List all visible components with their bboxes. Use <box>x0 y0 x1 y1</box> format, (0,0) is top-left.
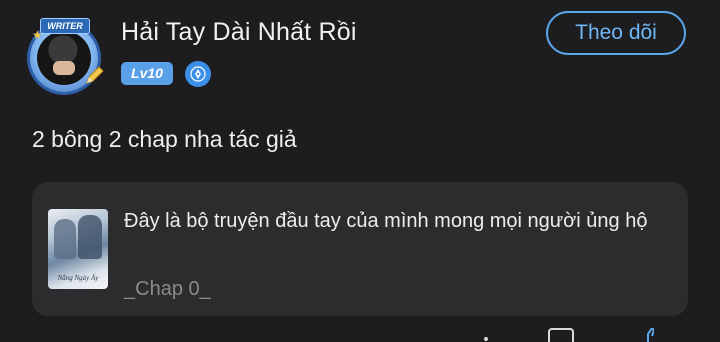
username[interactable]: Hải Tay Dài Nhất Rồi <box>121 18 357 47</box>
story-title: Đây là bộ truyện đầu tay của mình mong m… <box>124 210 648 232</box>
like-icon[interactable] <box>642 328 654 342</box>
avatar-photo <box>37 31 91 85</box>
pen-nib-icon <box>185 61 211 87</box>
comment-icon[interactable] <box>548 328 574 342</box>
level-badge: Lv10 <box>121 62 173 85</box>
cover-caption: Nắng Ngày Ấy <box>57 274 99 282</box>
more-icon[interactable] <box>484 337 488 341</box>
comment-text: 2 bông 2 chap nha tác giả <box>32 126 297 152</box>
writer-badge: WRITER <box>40 18 90 34</box>
follow-button[interactable]: Theo dõi <box>546 11 686 55</box>
story-chapter: _Chap 0_ <box>124 278 211 300</box>
comment-actions <box>470 328 690 342</box>
story-cover-image: Nắng Ngày Ấy <box>48 209 108 289</box>
story-card[interactable]: Nắng Ngày Ấy Đây là bộ truyện đầu tay củ… <box>32 182 688 316</box>
avatar[interactable]: ★ WRITER <box>26 18 106 98</box>
pencil-icon <box>86 66 104 84</box>
